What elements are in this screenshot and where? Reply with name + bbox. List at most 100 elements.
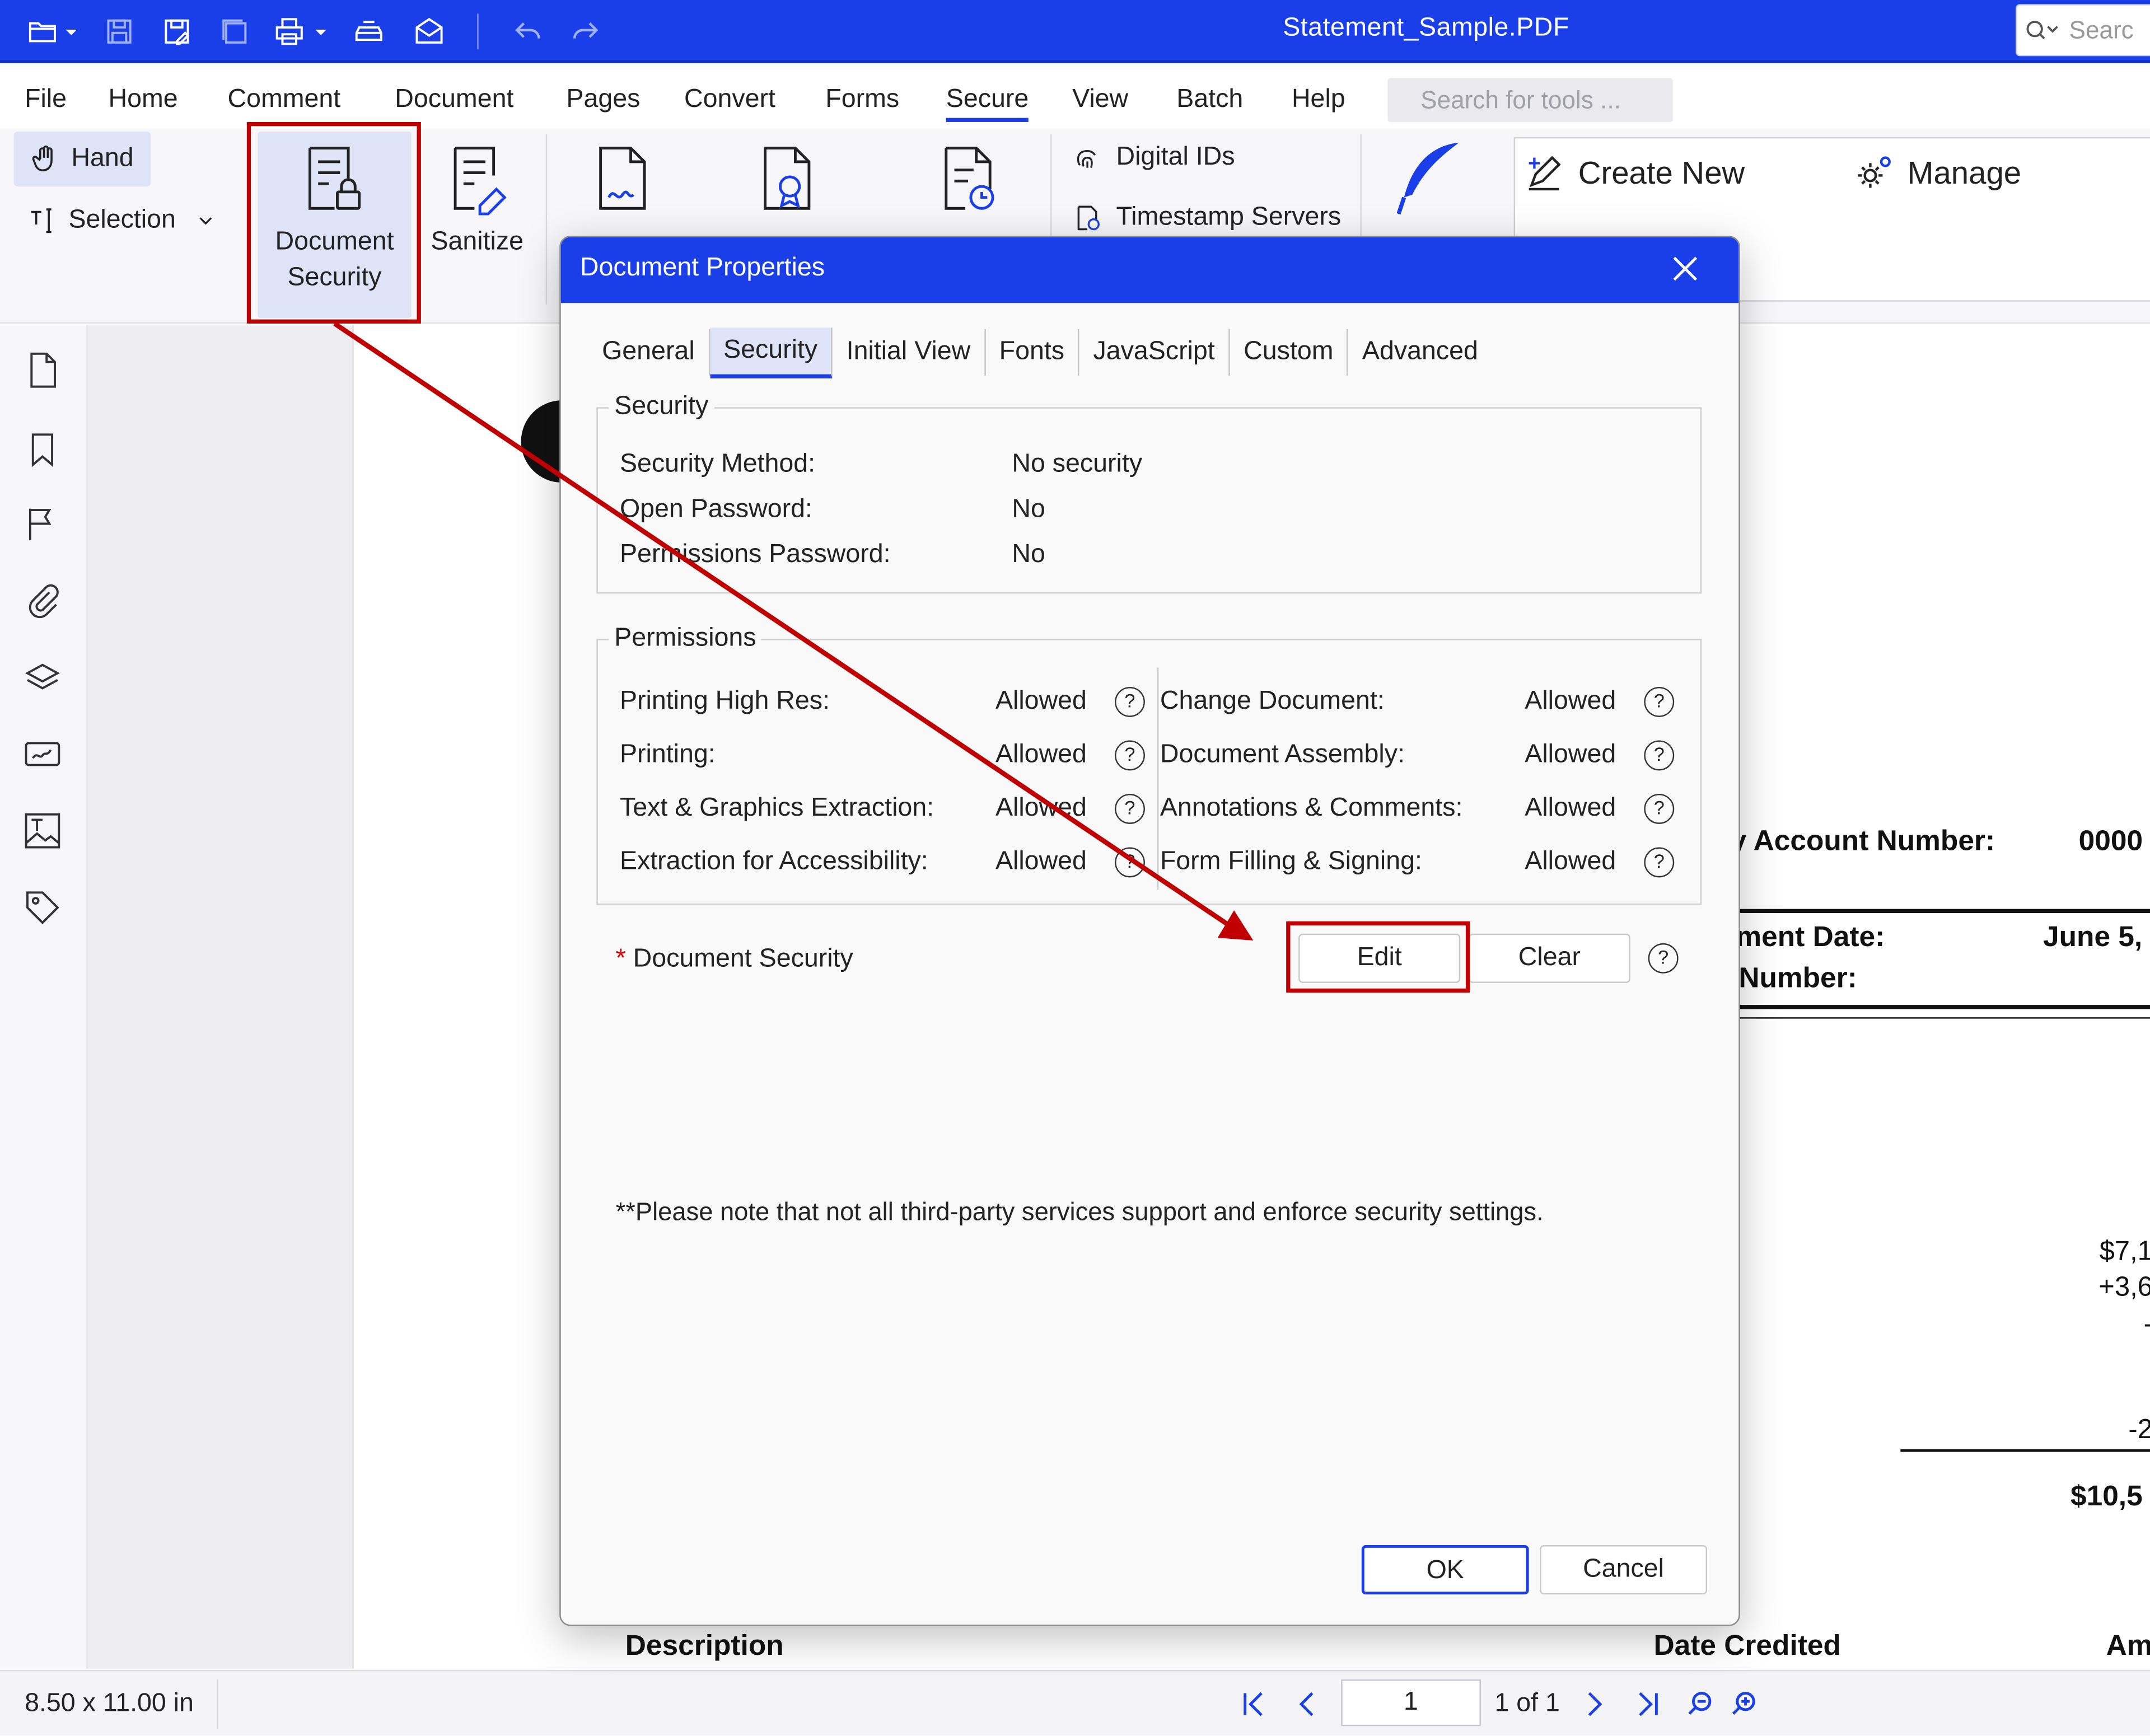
current-page-input[interactable]: 1 <box>1341 1679 1481 1726</box>
help-icon[interactable]: ? <box>1115 847 1145 878</box>
chevron-down-icon[interactable] <box>60 12 82 51</box>
help-icon[interactable]: ? <box>1115 740 1145 771</box>
cancel-button[interactable]: Cancel <box>1540 1545 1708 1595</box>
perm-form-filling-signing-value: Allowed <box>1525 847 1616 876</box>
tab-general[interactable]: General <box>588 329 710 376</box>
tab-initial-view[interactable]: Initial View <box>833 329 986 376</box>
amount-value: $7,1 <box>2099 1236 2150 1267</box>
document-properties-dialog: Document Properties General Security Ini… <box>559 236 1740 1626</box>
perm-document-assembly-value: Allowed <box>1525 740 1616 769</box>
undo-icon[interactable] <box>507 12 548 51</box>
help-icon[interactable]: ? <box>1644 686 1675 717</box>
global-search-placeholder: Searc <box>2069 16 2134 44</box>
create-new-button[interactable]: Create New <box>1523 152 1745 193</box>
menu-home[interactable]: Home <box>108 85 177 115</box>
email-icon[interactable] <box>409 12 450 51</box>
edit-button-highlight <box>1286 921 1470 993</box>
tab-custom[interactable]: Custom <box>1230 329 1349 376</box>
attachment-icon[interactable] <box>22 580 63 621</box>
tab-security[interactable]: Security <box>709 327 833 378</box>
document-eraser-icon <box>454 147 507 216</box>
menu-batch[interactable]: Batch <box>1176 85 1243 115</box>
help-icon[interactable]: ? <box>1648 943 1679 974</box>
tab-fonts[interactable]: Fonts <box>985 329 1080 376</box>
security-note: **Please note that not all third-party s… <box>615 1196 1544 1226</box>
layers-icon[interactable] <box>22 657 63 698</box>
document-security-row-label: * Document Security <box>616 944 853 975</box>
close-icon[interactable] <box>1667 251 1703 287</box>
flag-icon[interactable] <box>22 503 63 544</box>
bookmark-icon[interactable] <box>22 429 63 470</box>
app-window: Statement_Sample.PDF Searc File Home Com… <box>0 0 2150 1736</box>
global-search-input[interactable]: Searc <box>2016 4 2150 57</box>
sanitize-button[interactable]: Sanitize <box>422 132 532 260</box>
zoom-in-icon[interactable] <box>1728 1688 1761 1721</box>
certify-button[interactable] <box>746 132 828 241</box>
menu-forms[interactable]: Forms <box>825 85 899 115</box>
permissions-divider <box>1157 667 1159 890</box>
amount-value: - <box>2056 1309 2150 1341</box>
chevron-down-icon[interactable] <box>310 12 331 51</box>
sign-feather-icon[interactable] <box>1390 137 1467 219</box>
hand-tool-button[interactable]: Hand <box>13 132 151 187</box>
menu-file[interactable]: File <box>25 85 67 115</box>
menu-comment[interactable]: Comment <box>228 85 341 115</box>
save-icon[interactable] <box>99 12 139 51</box>
next-page-icon[interactable] <box>1577 1688 1610 1721</box>
save-as-icon[interactable] <box>156 12 197 51</box>
column-header-date-credited: Date Credited <box>1653 1630 1841 1662</box>
first-page-icon[interactable] <box>1237 1688 1270 1721</box>
help-icon[interactable]: ? <box>1644 847 1675 878</box>
help-icon[interactable]: ? <box>1115 686 1145 717</box>
timestamp-servers-button[interactable]: Timestamp Servers <box>1072 203 1341 233</box>
ok-button[interactable]: OK <box>1361 1545 1529 1595</box>
timestamp-button[interactable] <box>927 132 1009 241</box>
menu-help[interactable]: Help <box>1292 85 1345 115</box>
help-icon[interactable]: ? <box>1115 793 1145 824</box>
hand-tool-label: Hand <box>71 144 134 173</box>
sum-line <box>1900 1449 2150 1452</box>
zoom-out-icon[interactable] <box>1684 1688 1717 1721</box>
previous-page-icon[interactable] <box>1292 1688 1325 1721</box>
menu-document[interactable]: Document <box>395 85 513 115</box>
tool-search-input[interactable]: Search for tools ... <box>1387 78 1673 122</box>
text-cursor-icon <box>31 208 52 233</box>
help-icon[interactable]: ? <box>1644 740 1675 771</box>
image-text-icon[interactable] <box>22 810 63 851</box>
document-security-text: Document Security <box>633 944 853 974</box>
save-all-icon[interactable] <box>214 12 255 51</box>
status-divider <box>216 1679 218 1729</box>
column-header-amount: Am <box>2106 1630 2150 1662</box>
last-page-icon[interactable] <box>1632 1688 1665 1721</box>
tab-javascript[interactable]: JavaScript <box>1079 329 1230 376</box>
manage-button[interactable]: Manage <box>1853 152 2021 193</box>
dialog-tabs: General Security Initial View Fonts Java… <box>588 325 1492 380</box>
perm-text-graphics-extraction-label: Text & Graphics Extraction: <box>619 793 934 823</box>
digitally-sign-button[interactable] <box>581 132 663 241</box>
selection-tool-button[interactable]: Selection <box>27 198 217 244</box>
menu-pages[interactable]: Pages <box>566 85 640 115</box>
redo-icon[interactable] <box>565 12 606 51</box>
open-folder-icon[interactable] <box>22 12 63 51</box>
required-marker: * <box>615 944 626 974</box>
perm-change-document-value: Allowed <box>1525 686 1616 716</box>
total-value: $10,5 <box>2070 1480 2143 1513</box>
page-thumbnails-icon[interactable] <box>22 349 63 390</box>
menu-view[interactable]: View <box>1072 85 1128 115</box>
pen-plus-icon <box>1529 156 1561 191</box>
print-icon[interactable] <box>269 12 310 51</box>
menu-secure[interactable]: Secure <box>946 85 1029 122</box>
help-icon[interactable]: ? <box>1644 793 1675 824</box>
permissions-group-legend: Permissions <box>609 624 762 654</box>
tab-advanced[interactable]: Advanced <box>1348 329 1492 376</box>
scan-icon[interactable] <box>348 12 389 51</box>
clear-button[interactable]: Clear <box>1468 933 1630 983</box>
divider-line <box>1730 1005 2150 1009</box>
toolbar-divider <box>477 13 479 50</box>
tag-icon[interactable] <box>22 887 63 928</box>
digital-ids-label: Digital IDs <box>1116 142 1235 172</box>
signature-panel-icon[interactable] <box>22 733 63 774</box>
menu-convert[interactable]: Convert <box>684 85 775 115</box>
digital-ids-button[interactable]: Digital IDs <box>1072 143 1235 173</box>
open-password-label: Open Password: <box>619 495 812 524</box>
